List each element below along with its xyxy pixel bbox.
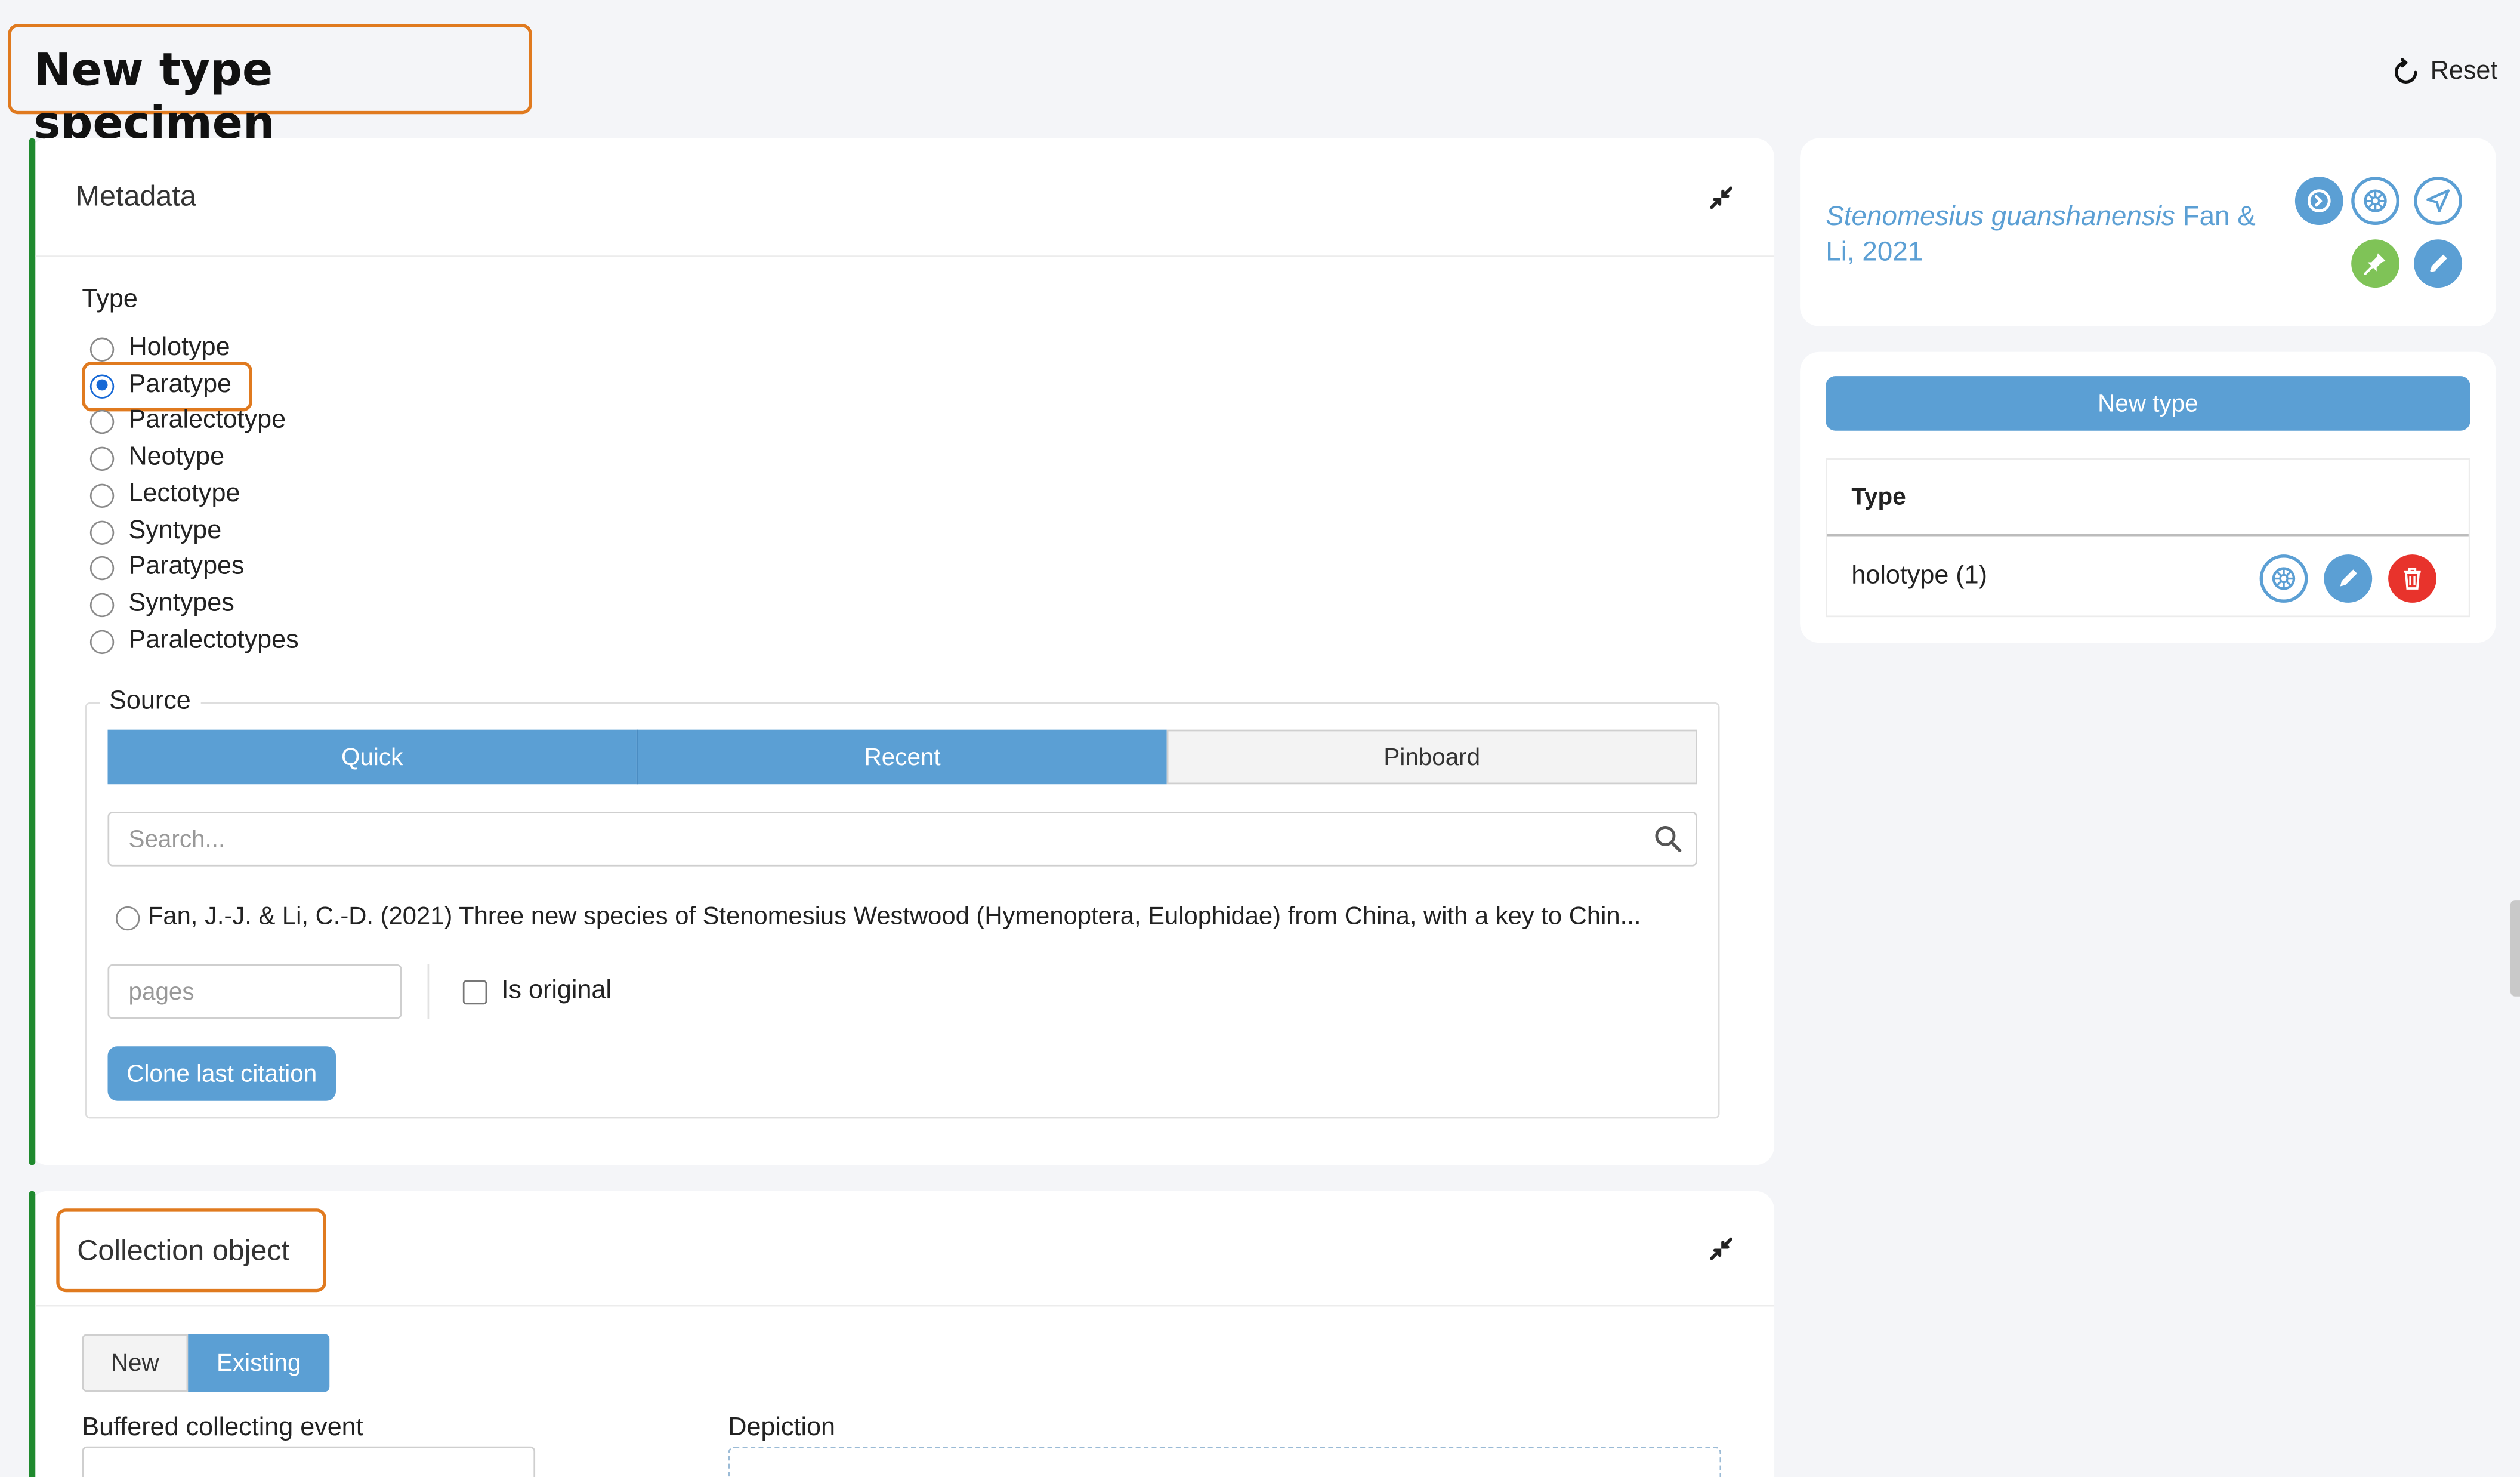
browse-otu-icon[interactable] (2294, 177, 2343, 226)
radio-neotype[interactable]: Neotype (89, 440, 225, 476)
radio-label: Syntype (128, 517, 222, 545)
taxon-year: Li, 2021 (1826, 236, 1923, 267)
buffered-collecting-event-input[interactable] (82, 1446, 536, 1477)
reset-label: Reset (2430, 57, 2498, 85)
new-type-button[interactable]: New type (1826, 376, 2470, 431)
page-title: New type specimen (8, 24, 532, 149)
radio-button[interactable] (89, 483, 115, 507)
app-window: New type specimen Reset Metadata Type Ho… (0, 0, 2520, 1477)
search-icon[interactable] (1654, 825, 1682, 853)
vertical-divider (427, 964, 430, 1019)
refresh-icon (2395, 58, 2418, 84)
existing-toggle[interactable]: Existing (188, 1334, 330, 1392)
collapse-icon[interactable] (1707, 1234, 1735, 1263)
taxon-name[interactable]: Stenomesius guanshanensis Fan & Li, 2021 (1826, 199, 2284, 270)
source-legend: Source (100, 687, 200, 717)
scrollbar-handle[interactable] (2510, 900, 2520, 997)
radio-label: Lectotype (128, 480, 240, 508)
checkbox[interactable] (462, 979, 487, 1004)
collapse-icon[interactable] (1707, 183, 1735, 212)
taxon-name-italic: Stenomesius guanshanensis (1826, 201, 2175, 232)
radio-paratypes[interactable]: Paratypes (89, 550, 245, 585)
radio-button[interactable] (115, 905, 140, 930)
radio-button[interactable] (89, 629, 115, 653)
type-row-label: holotype (1) (1851, 562, 1988, 590)
radio-button[interactable] (89, 555, 115, 579)
buffered-collecting-event-label: Buffered collecting event (82, 1414, 363, 1442)
pages-input[interactable]: pages (107, 964, 402, 1019)
radio-label: Holotype (128, 334, 230, 362)
row-edit-icon[interactable] (2324, 554, 2373, 603)
navigate-icon[interactable] (2414, 177, 2463, 226)
depiction-dropzone[interactable] (728, 1446, 1722, 1477)
radio-paratype[interactable]: Paratype (89, 368, 232, 403)
clone-last-citation-button[interactable]: Clone last citation (107, 1046, 336, 1101)
search-placeholder: Search... (128, 825, 226, 853)
radio-syntypes[interactable]: Syntypes (89, 587, 234, 622)
taxon-author: Fan & (2182, 201, 2256, 232)
radio-label: Paratype (128, 371, 232, 399)
radio-lectotype[interactable]: Lectotype (89, 477, 240, 513)
radio-button[interactable] (89, 409, 115, 433)
card-header-divider (35, 255, 1775, 257)
pages-placeholder: pages (128, 978, 194, 1006)
is-original-checkbox[interactable]: Is original (462, 977, 612, 1006)
radio-label: Paralectotype (128, 406, 286, 434)
citation-text: Fan, J.-J. & Li, C.-D. (2021) Three new … (147, 903, 1641, 931)
depiction-label: Depiction (728, 1414, 836, 1442)
types-table: Type holotype (1) (1826, 458, 2470, 618)
type-label: Type (82, 286, 138, 314)
radio-paralectotypes[interactable]: Paralectotypes (89, 624, 299, 659)
table-row: holotype (1) (1827, 536, 2469, 615)
radio-label: Paratypes (128, 553, 245, 581)
collection-object-title: Collection object (56, 1208, 326, 1293)
card-header-divider (35, 1305, 1775, 1307)
radio-button-selected[interactable] (89, 374, 115, 398)
section-accent (29, 1191, 36, 1477)
radio-button[interactable] (89, 520, 115, 544)
pin-icon[interactable] (2351, 239, 2399, 288)
row-delete-icon[interactable] (2388, 554, 2436, 603)
tab-quick[interactable]: Quick (107, 729, 637, 785)
search-input[interactable]: Search... (107, 812, 1697, 867)
section-accent (29, 138, 36, 1165)
metadata-title: Metadata (75, 180, 196, 212)
citation-option[interactable]: Fan, J.-J. & Li, C.-D. (2021) Three new … (115, 902, 1641, 934)
edit-taxon-icon[interactable] (2414, 239, 2463, 288)
radio-label: Neotype (128, 443, 225, 471)
is-original-label: Is original (501, 977, 612, 1005)
radio-paralectotype[interactable]: Paralectotype (89, 403, 286, 439)
radio-button[interactable] (89, 446, 115, 470)
radio-label: Paralectotypes (128, 627, 299, 655)
row-radial-icon[interactable] (2259, 554, 2308, 603)
radio-syntype[interactable]: Syntype (89, 514, 222, 550)
column-header-type: Type (1851, 483, 1906, 511)
radio-label: Syntypes (128, 590, 234, 618)
new-toggle[interactable]: New (82, 1334, 189, 1392)
radio-button[interactable] (89, 592, 115, 616)
radial-navigation-icon[interactable] (2351, 177, 2399, 226)
tab-recent[interactable]: Recent (636, 729, 1167, 785)
reset-button[interactable]: Reset (2392, 55, 2497, 90)
types-table-header: Type (1827, 460, 2469, 537)
radio-button[interactable] (89, 337, 115, 361)
tab-pinboard[interactable]: Pinboard (1166, 729, 1697, 785)
